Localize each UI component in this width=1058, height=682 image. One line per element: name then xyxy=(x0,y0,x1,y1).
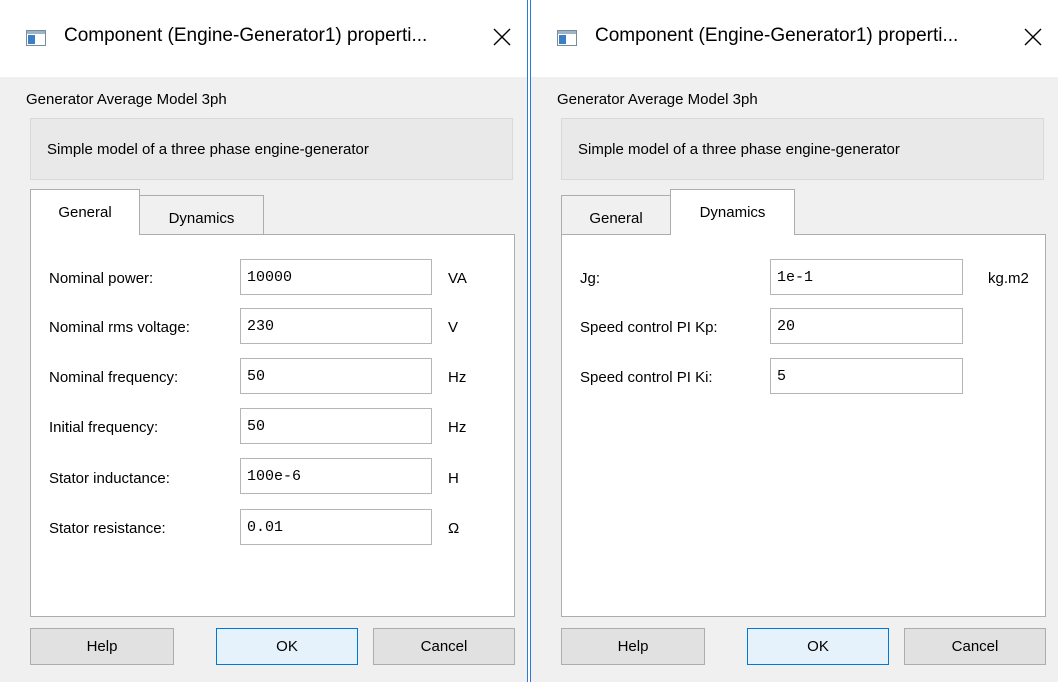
close-icon xyxy=(493,28,511,46)
window-app-icon xyxy=(557,30,577,46)
cancel-button[interactable]: Cancel xyxy=(904,628,1046,665)
unit-label: H xyxy=(448,470,459,487)
description-box: Simple model of a three phase engine-gen… xyxy=(561,118,1044,180)
tab-label: General xyxy=(589,210,643,227)
nominal-rms-voltage-input[interactable] xyxy=(240,308,432,344)
close-button[interactable] xyxy=(1016,20,1050,54)
dynamics-tab-panel: Jg: kg.m2 Speed control PI Kp: Speed con… xyxy=(561,234,1046,617)
nominal-power-input[interactable] xyxy=(240,259,432,295)
model-name: Generator Average Model 3ph xyxy=(26,91,227,108)
stator-resistance-input[interactable] xyxy=(240,509,432,545)
unit-label: V xyxy=(448,319,459,336)
tab-general[interactable]: General xyxy=(561,195,671,235)
initial-frequency-input[interactable] xyxy=(240,408,432,444)
close-button[interactable] xyxy=(485,20,519,54)
unit-label: kg.m2 xyxy=(988,270,1029,287)
ok-button[interactable]: OK xyxy=(747,628,889,665)
field-label: Stator inductance: xyxy=(49,470,170,487)
tab-label: Dynamics xyxy=(699,204,766,221)
unit-label: Ω xyxy=(448,520,460,537)
speed-control-ki-input[interactable] xyxy=(770,358,963,394)
general-tab-panel: Nominal power: VA Nominal rms voltage: V… xyxy=(30,234,515,617)
close-icon xyxy=(1024,28,1042,46)
description-text: Simple model of a three phase engine-gen… xyxy=(578,141,900,158)
tab-dynamics[interactable]: Dynamics xyxy=(670,189,795,235)
cancel-button[interactable]: Cancel xyxy=(373,628,515,665)
jg-input[interactable] xyxy=(770,259,963,295)
field-label: Speed control PI Ki: xyxy=(580,369,713,386)
nominal-frequency-input[interactable] xyxy=(240,358,432,394)
tab-label: Dynamics xyxy=(168,210,235,227)
field-label: Nominal frequency: xyxy=(49,369,179,386)
window-title: Component (Engine-Generator1) properti..… xyxy=(64,25,428,46)
model-name: Generator Average Model 3ph xyxy=(557,91,758,108)
ok-button[interactable]: OK xyxy=(216,628,358,665)
unit-label: Hz xyxy=(448,369,467,386)
field-label: Initial frequency: xyxy=(49,419,159,436)
description-text: Simple model of a three phase engine-gen… xyxy=(47,141,369,158)
field-label: Nominal rms voltage: xyxy=(49,319,190,336)
tab-dynamics[interactable]: Dynamics xyxy=(139,195,264,235)
field-label: Stator resistance: xyxy=(49,520,166,537)
tab-label: General xyxy=(58,204,112,221)
help-button[interactable]: Help xyxy=(561,628,705,665)
description-box: Simple model of a three phase engine-gen… xyxy=(30,118,513,180)
speed-control-kp-input[interactable] xyxy=(770,308,963,344)
tab-general[interactable]: General xyxy=(30,189,140,235)
window-app-icon xyxy=(26,30,46,46)
unit-label: Hz xyxy=(448,419,467,436)
help-button[interactable]: Help xyxy=(30,628,174,665)
properties-dialog-dynamics: Component (Engine-Generator1) properti..… xyxy=(530,0,1058,682)
field-label: Nominal power: xyxy=(49,270,154,287)
title-bar: Component (Engine-Generator1) properti..… xyxy=(531,0,1058,77)
title-bar: Component (Engine-Generator1) properti..… xyxy=(0,0,527,77)
stator-inductance-input[interactable] xyxy=(240,458,432,494)
unit-label: VA xyxy=(448,270,467,287)
field-label: Jg: xyxy=(580,270,601,287)
properties-dialog-general: Component (Engine-Generator1) properti..… xyxy=(0,0,528,682)
window-title: Component (Engine-Generator1) properti..… xyxy=(595,25,959,46)
field-label: Speed control PI Kp: xyxy=(580,319,718,336)
